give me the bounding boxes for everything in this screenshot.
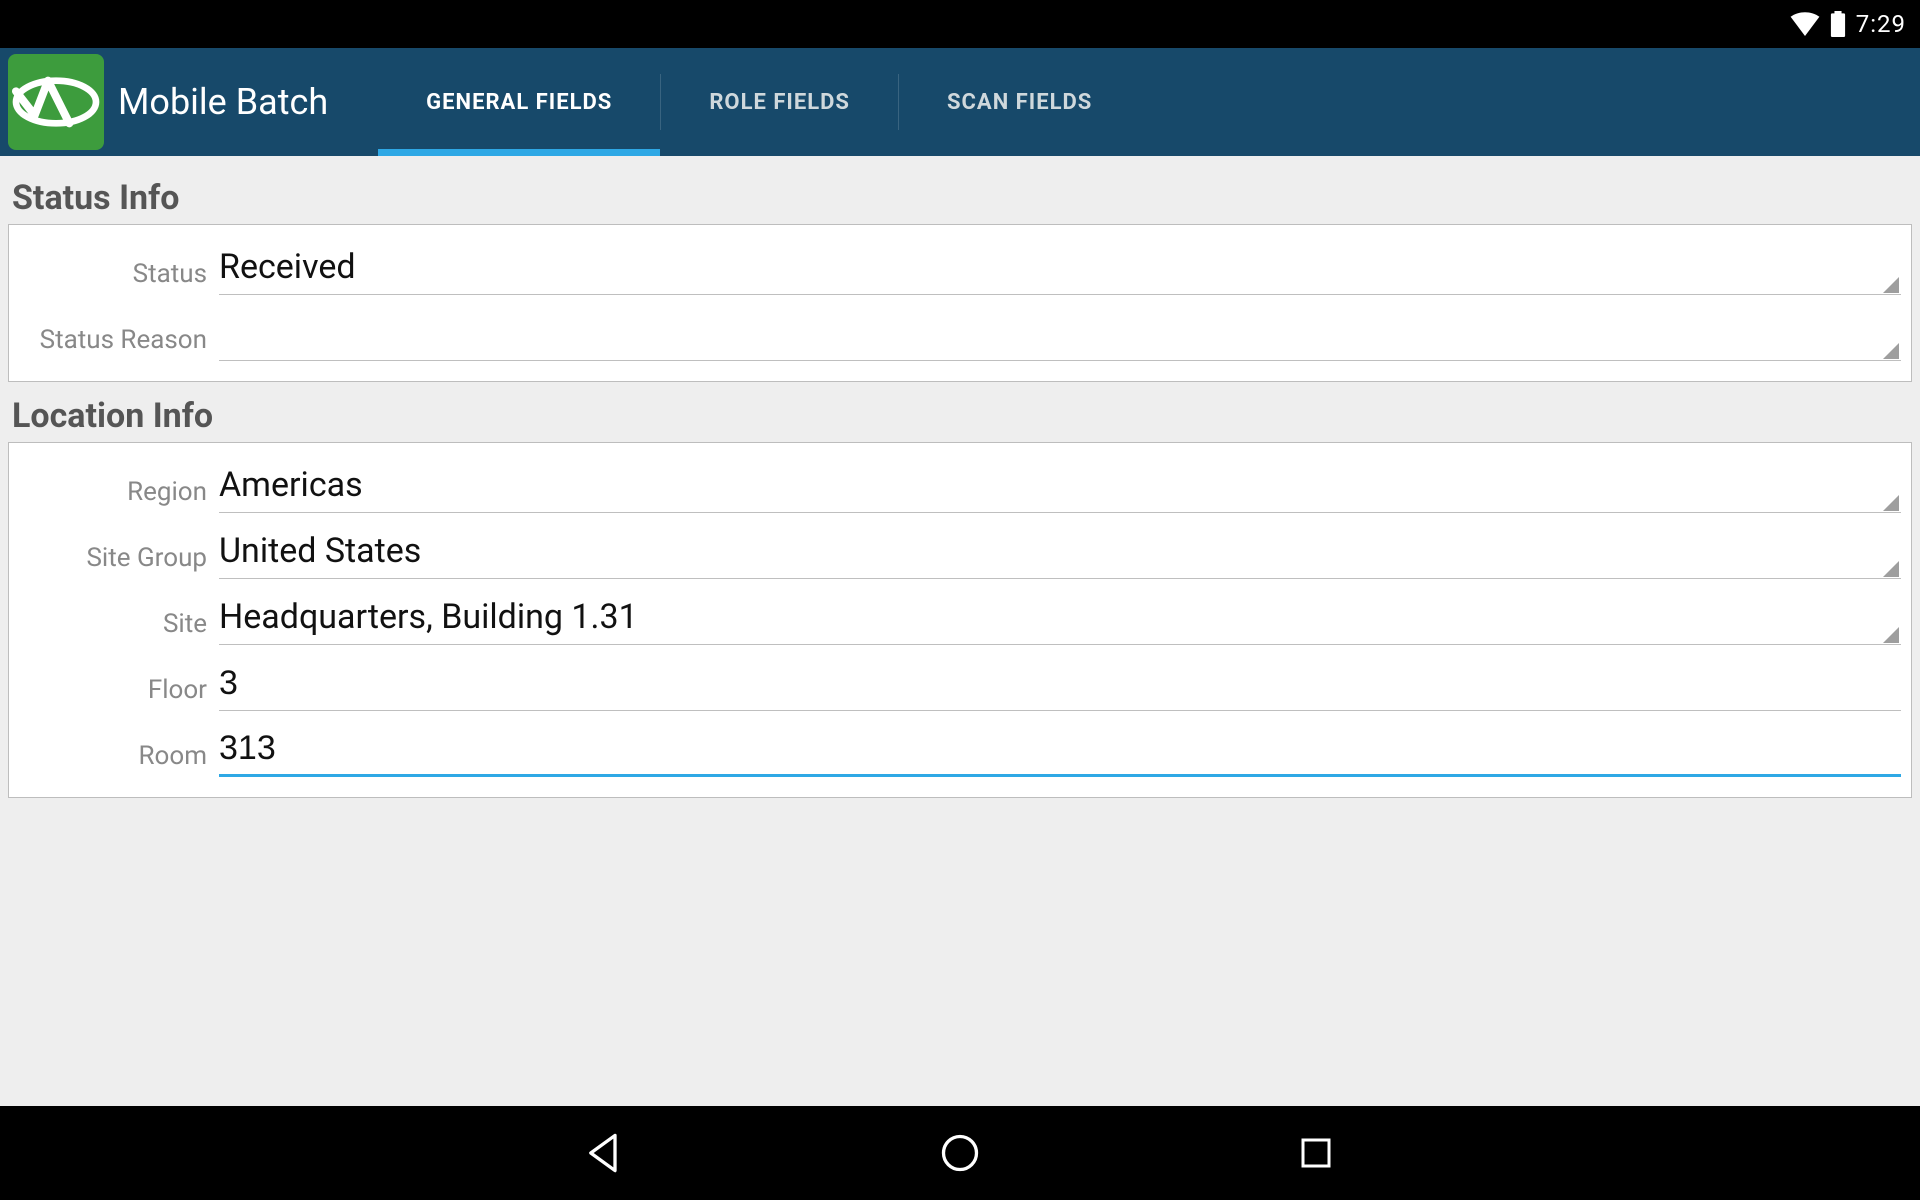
android-nav-bar <box>0 1106 1920 1200</box>
clock-time: 7:29 <box>1856 10 1906 38</box>
room-input[interactable] <box>219 721 1901 777</box>
field-label: Site <box>23 609 219 645</box>
site-group-spinner[interactable]: United States <box>219 523 1901 579</box>
tab-general-fields[interactable]: GENERAL FIELDS <box>378 48 660 156</box>
tab-label: SCAN FIELDS <box>947 90 1092 115</box>
dropdown-caret-icon <box>1883 277 1899 293</box>
field-row-floor: Floor <box>23 655 1901 711</box>
app-bar: Mobile Batch GENERAL FIELDS ROLE FIELDS … <box>0 48 1920 156</box>
app-logo-icon[interactable] <box>8 54 104 150</box>
content: Status Info Status Received Status Reaso… <box>0 156 1920 798</box>
status-spinner[interactable]: Received <box>219 239 1901 295</box>
panel-status-info: Status Received Status Reason <box>8 224 1912 382</box>
field-label: Site Group <box>23 543 219 579</box>
tab-label: ROLE FIELDS <box>709 90 850 115</box>
field-row-site-group: Site Group United States <box>23 523 1901 579</box>
floor-input-wrap <box>219 655 1901 711</box>
tab-scan-fields[interactable]: SCAN FIELDS <box>899 48 1140 156</box>
field-row-site: Site Headquarters, Building 1.31 <box>23 589 1901 645</box>
tab-role-fields[interactable]: ROLE FIELDS <box>661 48 898 156</box>
field-label: Room <box>23 741 219 777</box>
battery-icon <box>1830 11 1846 37</box>
section-title-location-info: Location Info <box>12 396 1912 436</box>
field-row-region: Region Americas <box>23 457 1901 513</box>
dropdown-caret-icon <box>1883 561 1899 577</box>
android-status-bar: 7:29 <box>0 0 1920 48</box>
field-label: Floor <box>23 675 219 711</box>
panel-location-info: Region Americas Site Group United States… <box>8 442 1912 798</box>
field-value: United States <box>219 523 1901 579</box>
room-input-wrap <box>219 721 1901 777</box>
dropdown-caret-icon <box>1883 495 1899 511</box>
field-row-status: Status Received <box>23 239 1901 295</box>
wifi-icon <box>1790 12 1820 36</box>
nav-back-button[interactable] <box>576 1125 632 1181</box>
app-title: Mobile Batch <box>118 81 328 123</box>
tabs: GENERAL FIELDS ROLE FIELDS SCAN FIELDS <box>378 48 1140 156</box>
tab-label: GENERAL FIELDS <box>426 90 612 115</box>
field-value: Received <box>219 239 1901 295</box>
nav-home-button[interactable] <box>932 1125 988 1181</box>
field-value: Headquarters, Building 1.31 <box>219 589 1901 645</box>
field-row-status-reason: Status Reason <box>23 305 1901 361</box>
floor-input[interactable] <box>219 655 1901 711</box>
field-label: Region <box>23 477 219 513</box>
region-spinner[interactable]: Americas <box>219 457 1901 513</box>
field-value <box>219 305 1901 361</box>
field-row-room: Room <box>23 721 1901 777</box>
dropdown-caret-icon <box>1883 627 1899 643</box>
status-reason-spinner[interactable] <box>219 305 1901 361</box>
field-label: Status Reason <box>23 325 219 361</box>
field-label: Status <box>23 259 219 295</box>
dropdown-caret-icon <box>1883 343 1899 359</box>
field-value: Americas <box>219 457 1901 513</box>
nav-recent-apps-button[interactable] <box>1288 1125 1344 1181</box>
site-spinner[interactable]: Headquarters, Building 1.31 <box>219 589 1901 645</box>
section-title-status-info: Status Info <box>12 178 1912 218</box>
